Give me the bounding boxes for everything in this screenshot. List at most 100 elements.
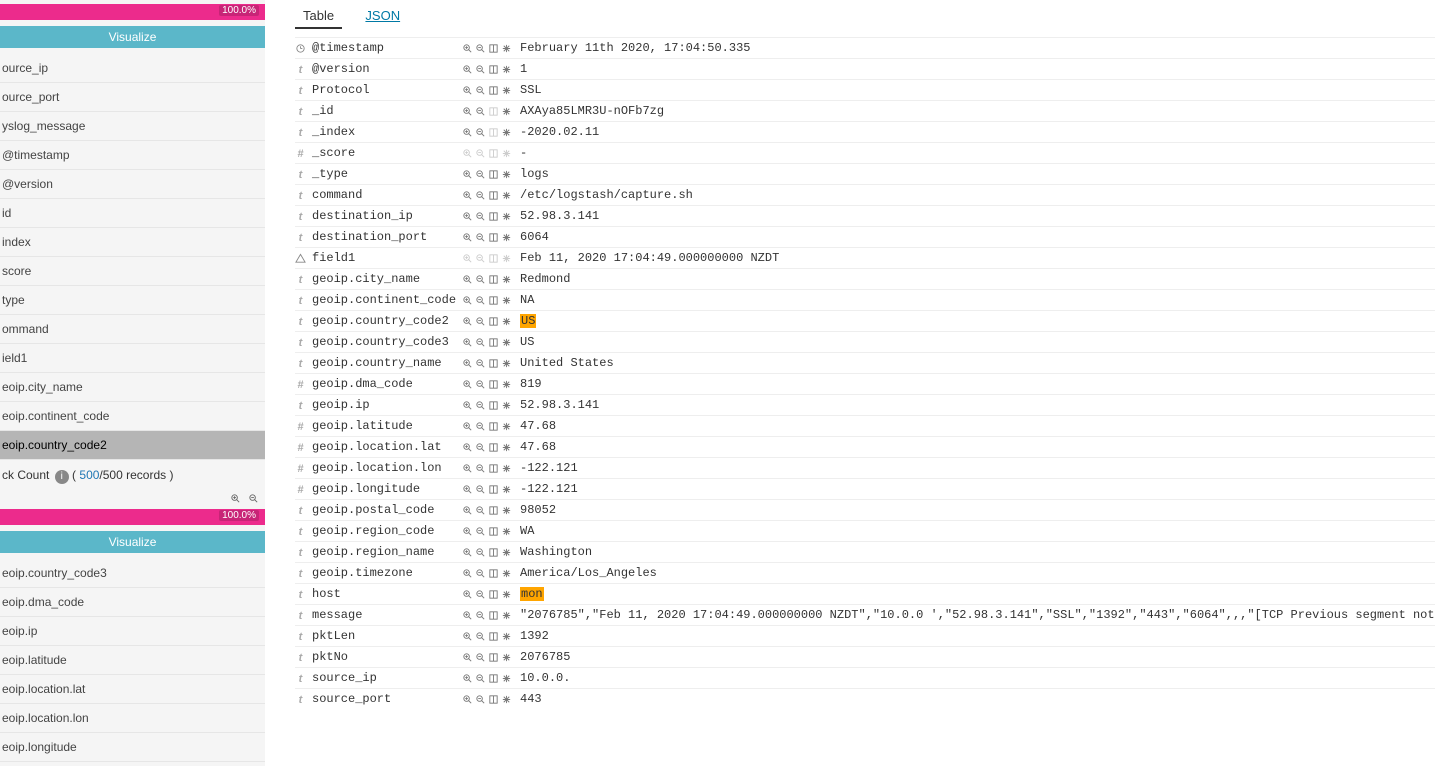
filter-out-icon[interactable] bbox=[475, 188, 486, 202]
quick-zoom-icons[interactable] bbox=[0, 488, 265, 505]
toggle-column-icon[interactable] bbox=[488, 671, 499, 685]
exists-filter-icon[interactable] bbox=[501, 125, 512, 139]
filter-for-icon[interactable] bbox=[462, 356, 473, 370]
toggle-column-icon[interactable] bbox=[488, 566, 499, 580]
filter-for-icon[interactable] bbox=[462, 293, 473, 307]
filter-out-icon[interactable] bbox=[475, 104, 486, 118]
toggle-column-icon[interactable] bbox=[488, 587, 499, 601]
filter-out-icon[interactable] bbox=[475, 524, 486, 538]
filter-out-icon[interactable] bbox=[475, 566, 486, 580]
toggle-column-icon[interactable] bbox=[488, 524, 499, 538]
exists-filter-icon[interactable] bbox=[501, 503, 512, 517]
exists-filter-icon[interactable] bbox=[501, 482, 512, 496]
filter-for-icon[interactable] bbox=[462, 419, 473, 433]
toggle-column-icon[interactable] bbox=[488, 230, 499, 244]
filter-out-icon[interactable] bbox=[475, 293, 486, 307]
exists-filter-icon[interactable] bbox=[501, 545, 512, 559]
filter-out-icon[interactable] bbox=[475, 83, 486, 97]
sidebar-field-item[interactable]: ource_ip bbox=[0, 54, 265, 83]
filter-for-icon[interactable] bbox=[462, 167, 473, 181]
sidebar-field-item[interactable]: ield1 bbox=[0, 344, 265, 373]
exists-filter-icon[interactable] bbox=[501, 62, 512, 76]
toggle-column-icon[interactable] bbox=[488, 335, 499, 349]
sidebar-field-item[interactable]: id bbox=[0, 199, 265, 228]
exists-filter-icon[interactable] bbox=[501, 230, 512, 244]
filter-out-icon[interactable] bbox=[475, 650, 486, 664]
toggle-column-icon[interactable] bbox=[488, 209, 499, 223]
exists-filter-icon[interactable] bbox=[501, 566, 512, 580]
toggle-column-icon[interactable] bbox=[488, 419, 499, 433]
tab-table[interactable]: Table bbox=[295, 4, 342, 29]
sidebar-field-item[interactable]: eoip.country_code2 bbox=[0, 431, 265, 460]
sidebar-field-item[interactable]: score bbox=[0, 257, 265, 286]
sidebar-field-item[interactable]: eoip.postal_code bbox=[0, 762, 265, 766]
exists-filter-icon[interactable] bbox=[501, 272, 512, 286]
exists-filter-icon[interactable] bbox=[501, 314, 512, 328]
filter-out-icon[interactable] bbox=[475, 419, 486, 433]
filter-for-icon[interactable] bbox=[462, 398, 473, 412]
toggle-column-icon[interactable] bbox=[488, 41, 499, 55]
visualize-button[interactable]: Visualize bbox=[0, 26, 265, 48]
filter-for-icon[interactable] bbox=[462, 545, 473, 559]
filter-for-icon[interactable] bbox=[462, 503, 473, 517]
filter-out-icon[interactable] bbox=[475, 629, 486, 643]
exists-filter-icon[interactable] bbox=[501, 377, 512, 391]
filter-for-icon[interactable] bbox=[462, 83, 473, 97]
sidebar-field-item[interactable]: eoip.city_name bbox=[0, 373, 265, 402]
exists-filter-icon[interactable] bbox=[501, 608, 512, 622]
sidebar-field-item[interactable]: ommand bbox=[0, 315, 265, 344]
sidebar-field-item[interactable]: index bbox=[0, 228, 265, 257]
sidebar-field-item[interactable]: eoip.country_code3 bbox=[0, 559, 265, 588]
filter-out-icon[interactable] bbox=[475, 230, 486, 244]
filter-out-icon[interactable] bbox=[475, 209, 486, 223]
filter-for-icon[interactable] bbox=[462, 440, 473, 454]
exists-filter-icon[interactable] bbox=[501, 188, 512, 202]
toggle-column-icon[interactable] bbox=[488, 146, 499, 160]
filter-out-icon[interactable] bbox=[475, 125, 486, 139]
filter-for-icon[interactable] bbox=[462, 629, 473, 643]
filter-for-icon[interactable] bbox=[462, 314, 473, 328]
exists-filter-icon[interactable] bbox=[501, 398, 512, 412]
filter-out-icon[interactable] bbox=[475, 335, 486, 349]
visualize-button-2[interactable]: Visualize bbox=[0, 531, 265, 553]
toggle-column-icon[interactable] bbox=[488, 608, 499, 622]
filter-out-icon[interactable] bbox=[475, 314, 486, 328]
toggle-column-icon[interactable] bbox=[488, 251, 499, 265]
toggle-column-icon[interactable] bbox=[488, 461, 499, 475]
filter-for-icon[interactable] bbox=[462, 461, 473, 475]
filter-for-icon[interactable] bbox=[462, 608, 473, 622]
sidebar-field-item[interactable]: @version bbox=[0, 170, 265, 199]
sidebar-field-item[interactable]: eoip.latitude bbox=[0, 646, 265, 675]
toggle-column-icon[interactable] bbox=[488, 167, 499, 181]
info-icon[interactable]: i bbox=[55, 470, 69, 484]
exists-filter-icon[interactable] bbox=[501, 671, 512, 685]
toggle-column-icon[interactable] bbox=[488, 503, 499, 517]
exists-filter-icon[interactable] bbox=[501, 167, 512, 181]
exists-filter-icon[interactable] bbox=[501, 41, 512, 55]
toggle-column-icon[interactable] bbox=[488, 650, 499, 664]
filter-out-icon[interactable] bbox=[475, 398, 486, 412]
filter-for-icon[interactable] bbox=[462, 671, 473, 685]
sidebar-field-item[interactable]: eoip.dma_code bbox=[0, 588, 265, 617]
filter-out-icon[interactable] bbox=[475, 503, 486, 517]
exists-filter-icon[interactable] bbox=[501, 251, 512, 265]
sidebar-field-item[interactable]: eoip.longitude bbox=[0, 733, 265, 762]
exists-filter-icon[interactable] bbox=[501, 146, 512, 160]
filter-out-icon[interactable] bbox=[475, 356, 486, 370]
filter-for-icon[interactable] bbox=[462, 146, 473, 160]
filter-for-icon[interactable] bbox=[462, 188, 473, 202]
sidebar-field-item[interactable]: eoip.continent_code bbox=[0, 402, 265, 431]
filter-out-icon[interactable] bbox=[475, 692, 486, 706]
exists-filter-icon[interactable] bbox=[501, 650, 512, 664]
filter-for-icon[interactable] bbox=[462, 62, 473, 76]
toggle-column-icon[interactable] bbox=[488, 125, 499, 139]
filter-out-icon[interactable] bbox=[475, 461, 486, 475]
toggle-column-icon[interactable] bbox=[488, 398, 499, 412]
exists-filter-icon[interactable] bbox=[501, 356, 512, 370]
filter-out-icon[interactable] bbox=[475, 608, 486, 622]
tab-json[interactable]: JSON bbox=[357, 4, 408, 27]
filter-for-icon[interactable] bbox=[462, 104, 473, 118]
filter-for-icon[interactable] bbox=[462, 524, 473, 538]
toggle-column-icon[interactable] bbox=[488, 104, 499, 118]
toggle-column-icon[interactable] bbox=[488, 629, 499, 643]
